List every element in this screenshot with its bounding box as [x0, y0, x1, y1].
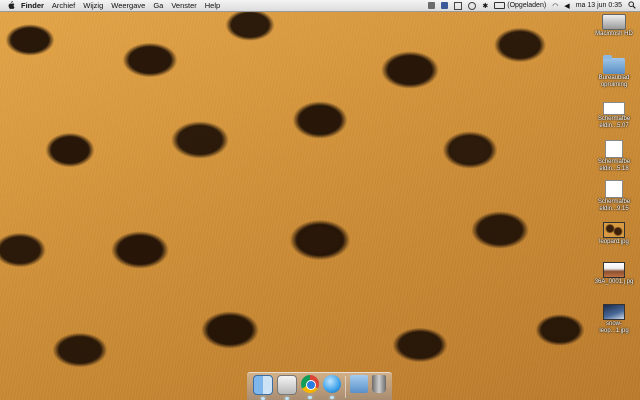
- image-file-icon: [603, 304, 625, 320]
- image-file-icon: [603, 262, 625, 278]
- folder-icon: [603, 55, 625, 74]
- menu-venster[interactable]: Venster: [171, 1, 196, 10]
- desktop-icon-screenshot-2[interactable]: Schermafbe eldin...5.18: [592, 140, 636, 173]
- screenshot-file-icon: [603, 102, 625, 115]
- desktop-wallpaper: [0, 0, 640, 400]
- screenshot-file-icon: [605, 140, 623, 158]
- facebook-icon[interactable]: [441, 2, 449, 9]
- dock-separator: [345, 376, 346, 398]
- documents-stack-icon[interactable]: [350, 375, 368, 393]
- desktop-icon-label: Macintosh HD: [595, 31, 633, 37]
- desktop-icon-macintosh-hd[interactable]: Macintosh HD: [592, 14, 636, 38]
- itunes-icon[interactable]: [323, 375, 341, 399]
- battery-text: (Opgeladen): [507, 2, 547, 9]
- menu-bar: Finder Archief Wijzig Weergave Ga Venste…: [0, 0, 640, 12]
- menu-archief[interactable]: Archief: [52, 1, 75, 10]
- desktop-icon-label: Schermafbe eldin...5.18: [597, 159, 631, 172]
- menu-help[interactable]: Help: [205, 1, 220, 10]
- status-menu-icon-2[interactable]: [454, 1, 463, 10]
- clock[interactable]: ma 13 jun 0:35: [576, 2, 622, 9]
- wifi-icon[interactable]: ◠: [552, 2, 558, 10]
- running-indicator: [308, 396, 312, 399]
- desktop-icon-label: Schermafbe eldin...9.15: [597, 199, 631, 212]
- image-file-icon: [603, 222, 625, 238]
- desktop-icon-label: Bureaublad opruiming: [598, 75, 630, 88]
- status-menu-icon-1[interactable]: [428, 2, 436, 9]
- finder-icon[interactable]: [253, 375, 273, 400]
- menu-wijzig[interactable]: Wijzig: [83, 1, 103, 10]
- desktop-icon-bureaublad-opruiming[interactable]: Bureaublad opruiming: [592, 55, 636, 89]
- menu-extras: ✱ (Opgeladen) ◠ ◀ ma 13 jun 0:35: [428, 0, 636, 11]
- desktop-icon-label: 36A_0001.j pg: [594, 279, 634, 285]
- screenshot-file-icon: [605, 180, 623, 198]
- chrome-icon[interactable]: [301, 375, 319, 399]
- desktop-icon-36a-0001-jpg[interactable]: 36A_0001.j pg: [592, 262, 636, 286]
- desktop-icon-screenshot-1[interactable]: Schermafbe eldin...5.07: [592, 102, 636, 130]
- desktop-icon-label: snow-leop...1.jpg: [599, 321, 629, 334]
- menu-finder[interactable]: Finder: [21, 1, 44, 10]
- bluetooth-icon[interactable]: ✱: [482, 2, 488, 10]
- battery-status[interactable]: (Opgeladen): [494, 2, 546, 9]
- menu-ga[interactable]: Ga: [153, 1, 163, 10]
- desktop-icon-leopard-jpg[interactable]: leopard.jpg: [592, 222, 636, 246]
- desktop-icon-snow-leop-jpg[interactable]: snow-leop...1.jpg: [592, 304, 636, 335]
- apple-menu-icon[interactable]: [7, 1, 15, 10]
- time-machine-icon[interactable]: [468, 1, 477, 10]
- desktop-icon-label: Schermafbe eldin...5.07: [597, 116, 631, 129]
- desktop-icon-screenshot-3[interactable]: Schermafbe eldin...9.15: [592, 180, 636, 213]
- trash-icon[interactable]: [372, 375, 386, 393]
- chrome-center: [306, 380, 316, 390]
- hard-drive-icon: [602, 14, 626, 30]
- preview-icon[interactable]: [277, 375, 297, 400]
- dock: [247, 372, 392, 400]
- menu-weergave[interactable]: Weergave: [111, 1, 145, 10]
- battery-icon: [494, 2, 506, 9]
- running-indicator: [330, 396, 334, 399]
- volume-icon[interactable]: ◀: [564, 2, 569, 10]
- desktop-icon-label: leopard.jpg: [599, 239, 629, 245]
- spotlight-search-icon[interactable]: [628, 0, 636, 11]
